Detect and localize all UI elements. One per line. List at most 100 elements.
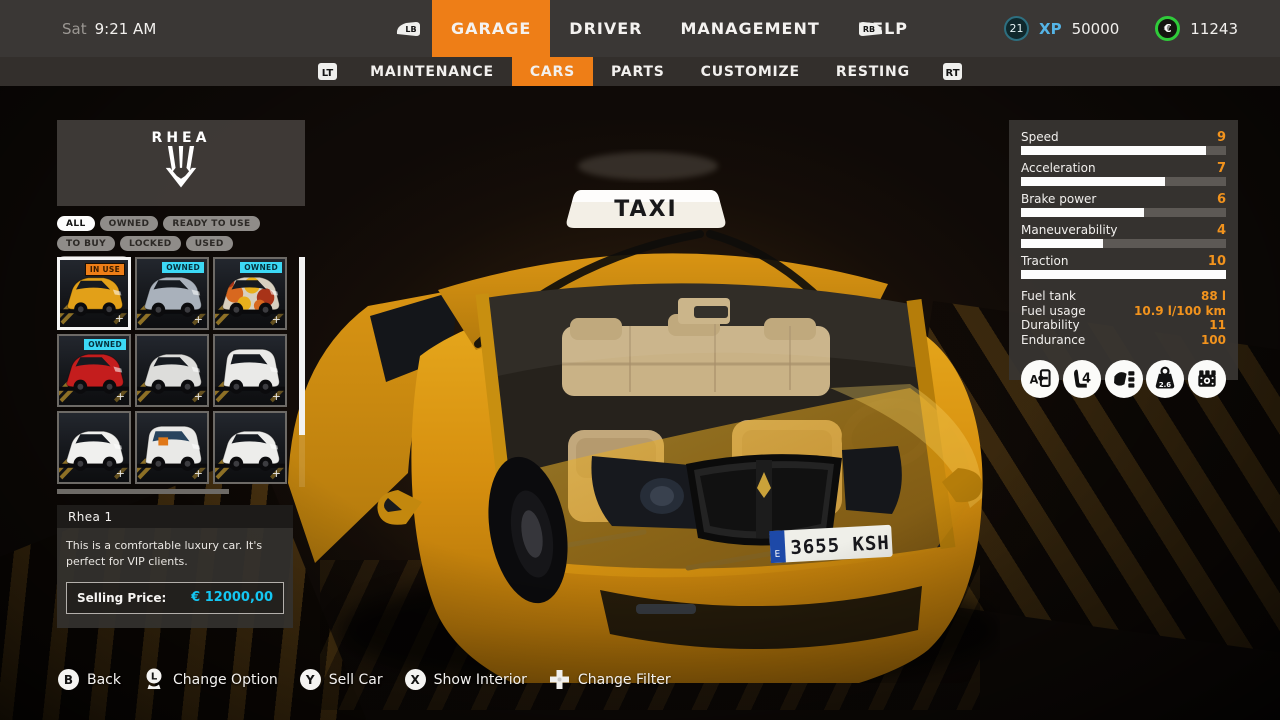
filter-chip-locked[interactable]: LOCKED bbox=[120, 236, 181, 251]
day-label: Sat bbox=[62, 19, 87, 38]
svg-text:2.6: 2.6 bbox=[1159, 380, 1171, 388]
main-tab-management[interactable]: MANAGEMENT bbox=[661, 0, 838, 57]
main-tab-driver[interactable]: DRIVER bbox=[550, 0, 661, 57]
svg-text:RB: RB bbox=[863, 25, 875, 34]
stat-value: 9 bbox=[1216, 130, 1226, 145]
plus-icon: + bbox=[271, 390, 281, 403]
stat-label: Traction bbox=[1021, 254, 1069, 268]
selling-price-label: Selling Price: bbox=[77, 590, 167, 605]
filter-chip-ready-to-use[interactable]: READY TO USE bbox=[163, 216, 260, 231]
plus-icon: + bbox=[271, 467, 281, 480]
hint-sell-car[interactable]: Y Sell Car bbox=[299, 669, 383, 690]
plus-icon: + bbox=[115, 390, 125, 403]
svg-text:L: L bbox=[151, 672, 158, 683]
b-button-icon: B bbox=[58, 669, 79, 690]
hint-show-interior[interactable]: X Show Interior bbox=[404, 669, 527, 690]
controller-hints: B Back L Change Option Y Sell Car X Show Interi… bbox=[58, 668, 671, 691]
stat-bars: Speed 9 Acceleration 7 Brake power 6 Maneuvera… bbox=[1021, 130, 1226, 279]
garage-sections: MAINTENANCE CARS PARTS CUSTOMIZE RESTING bbox=[352, 57, 928, 86]
brand-logo-icon bbox=[165, 146, 197, 188]
svg-text:LB: LB bbox=[405, 25, 416, 34]
lb-button-icon: LB bbox=[395, 0, 421, 57]
car-thumbnail-8[interactable]: + bbox=[135, 411, 209, 484]
sub-tab-customize[interactable]: CUSTOMIZE bbox=[683, 57, 818, 86]
stat-bar-track bbox=[1021, 177, 1226, 186]
next-row-peek bbox=[57, 489, 229, 494]
main-nav: GARAGE DRIVER MANAGEMENT HELP bbox=[432, 0, 927, 57]
hint-back[interactable]: B Back bbox=[58, 669, 121, 690]
filter-chip-owned[interactable]: OWNED bbox=[99, 216, 159, 231]
player-status: 21 XP 50000 € 11243 bbox=[1004, 0, 1238, 57]
selling-price-box: Selling Price: € 12000,00 bbox=[66, 581, 284, 614]
sub-tab-maintenance[interactable]: MAINTENANCE bbox=[352, 57, 512, 86]
level-badge: 21 bbox=[1004, 16, 1029, 41]
stat-bar-fill bbox=[1021, 239, 1103, 248]
seats-icon: 4 bbox=[1062, 359, 1101, 398]
car-thumbnail-1[interactable]: IN USE + bbox=[57, 257, 131, 330]
hint-change-filter[interactable]: Change Filter bbox=[549, 669, 671, 690]
car-thumbnail-7[interactable]: + bbox=[57, 411, 131, 484]
hint-label: Sell Car bbox=[328, 671, 383, 688]
sub-tab-cars[interactable]: CARS bbox=[511, 57, 594, 86]
stat-bar-track bbox=[1021, 239, 1226, 248]
top-bar: Sat 9:21 AM LB GARAGE DRIVER MANAGEMENT HEL… bbox=[0, 0, 1280, 57]
main-tab-garage[interactable]: GARAGE bbox=[432, 0, 551, 57]
detail-durability: Durability 11 bbox=[1021, 318, 1226, 333]
stat-details: Fuel tank 88 l Fuel usage 10.9 l/100 km Dura… bbox=[1021, 289, 1226, 348]
car-thumbnail-6[interactable]: + bbox=[213, 334, 287, 407]
detail-label: Endurance bbox=[1021, 332, 1086, 347]
stat-value: 10 bbox=[1207, 254, 1226, 269]
car-thumbnail-2[interactable]: OWNED + bbox=[135, 257, 209, 330]
svg-text:LT: LT bbox=[322, 68, 334, 79]
rb-button-icon: RB bbox=[858, 0, 884, 57]
hint-change-option[interactable]: L Change Option bbox=[143, 668, 278, 691]
car-thumbnail-3[interactable]: OWNED + bbox=[213, 257, 287, 330]
scrollbar-thumb[interactable] bbox=[299, 257, 305, 435]
hint-label: Change Option bbox=[173, 671, 278, 688]
car-thumbnail-4[interactable]: OWNED + bbox=[57, 334, 131, 407]
car-list: IN USE + OWNED + OWNED + OWNED + + + + + + bbox=[57, 257, 289, 484]
plus-icon: + bbox=[193, 467, 203, 480]
car-info-panel: Rhea 1 This is a comfortable luxury car.… bbox=[57, 505, 293, 628]
left-stick-icon: L bbox=[146, 668, 162, 689]
filter-chip-all[interactable]: ALL bbox=[57, 216, 95, 231]
stat-value: 6 bbox=[1216, 192, 1226, 207]
detail-endurance: Endurance 100 bbox=[1021, 333, 1226, 348]
xp-label: XP bbox=[1039, 19, 1062, 38]
selling-price-value: € 12000,00 bbox=[191, 590, 273, 606]
filter-chip-used[interactable]: USED bbox=[185, 236, 233, 251]
detail-label: Fuel usage bbox=[1021, 303, 1086, 318]
svg-text:RT: RT bbox=[945, 68, 959, 79]
car-list-scrollbar[interactable] bbox=[299, 257, 305, 487]
status-badge: OWNED bbox=[84, 339, 126, 350]
stat-label: Maneuverability bbox=[1021, 223, 1118, 237]
car-name: Rhea 1 bbox=[68, 509, 113, 524]
stat-maneuverability: Maneuverability 4 bbox=[1021, 223, 1226, 248]
stat-bar-track bbox=[1021, 146, 1226, 155]
car-thumbnail-5[interactable]: + bbox=[135, 334, 209, 407]
sub-tab-parts[interactable]: PARTS bbox=[593, 57, 683, 86]
currency-icon: € bbox=[1155, 16, 1181, 41]
x-button-icon: X bbox=[404, 669, 426, 690]
lt-button-icon: LT bbox=[317, 57, 338, 86]
filter-chip-to-buy[interactable]: TO BUY bbox=[57, 236, 116, 251]
stat-bar-track bbox=[1021, 270, 1226, 279]
stat-label: Brake power bbox=[1021, 192, 1097, 206]
time-label: 9:21 AM bbox=[94, 19, 157, 38]
rt-button-icon: RT bbox=[942, 57, 963, 86]
hint-label: Change Filter bbox=[577, 671, 671, 688]
brand-panel: RHEA bbox=[57, 120, 305, 206]
trunk-capacity-icon bbox=[1104, 359, 1143, 398]
feature-icons: A 4 2.6 bbox=[1021, 359, 1226, 398]
car-thumbnail-9[interactable]: + bbox=[213, 411, 287, 484]
sub-tab-resting[interactable]: RESTING bbox=[818, 57, 928, 86]
detail-value: 10.9 l/100 km bbox=[1134, 303, 1226, 318]
detail-label: Durability bbox=[1021, 318, 1080, 333]
y-button-icon: Y bbox=[299, 669, 321, 690]
plus-icon: + bbox=[193, 313, 203, 326]
status-badge: OWNED bbox=[162, 262, 204, 273]
detail-label: Fuel tank bbox=[1021, 289, 1076, 303]
stat-value: 4 bbox=[1216, 223, 1226, 238]
stat-traction: Traction 10 bbox=[1021, 254, 1226, 279]
svg-text:A: A bbox=[1030, 373, 1039, 386]
